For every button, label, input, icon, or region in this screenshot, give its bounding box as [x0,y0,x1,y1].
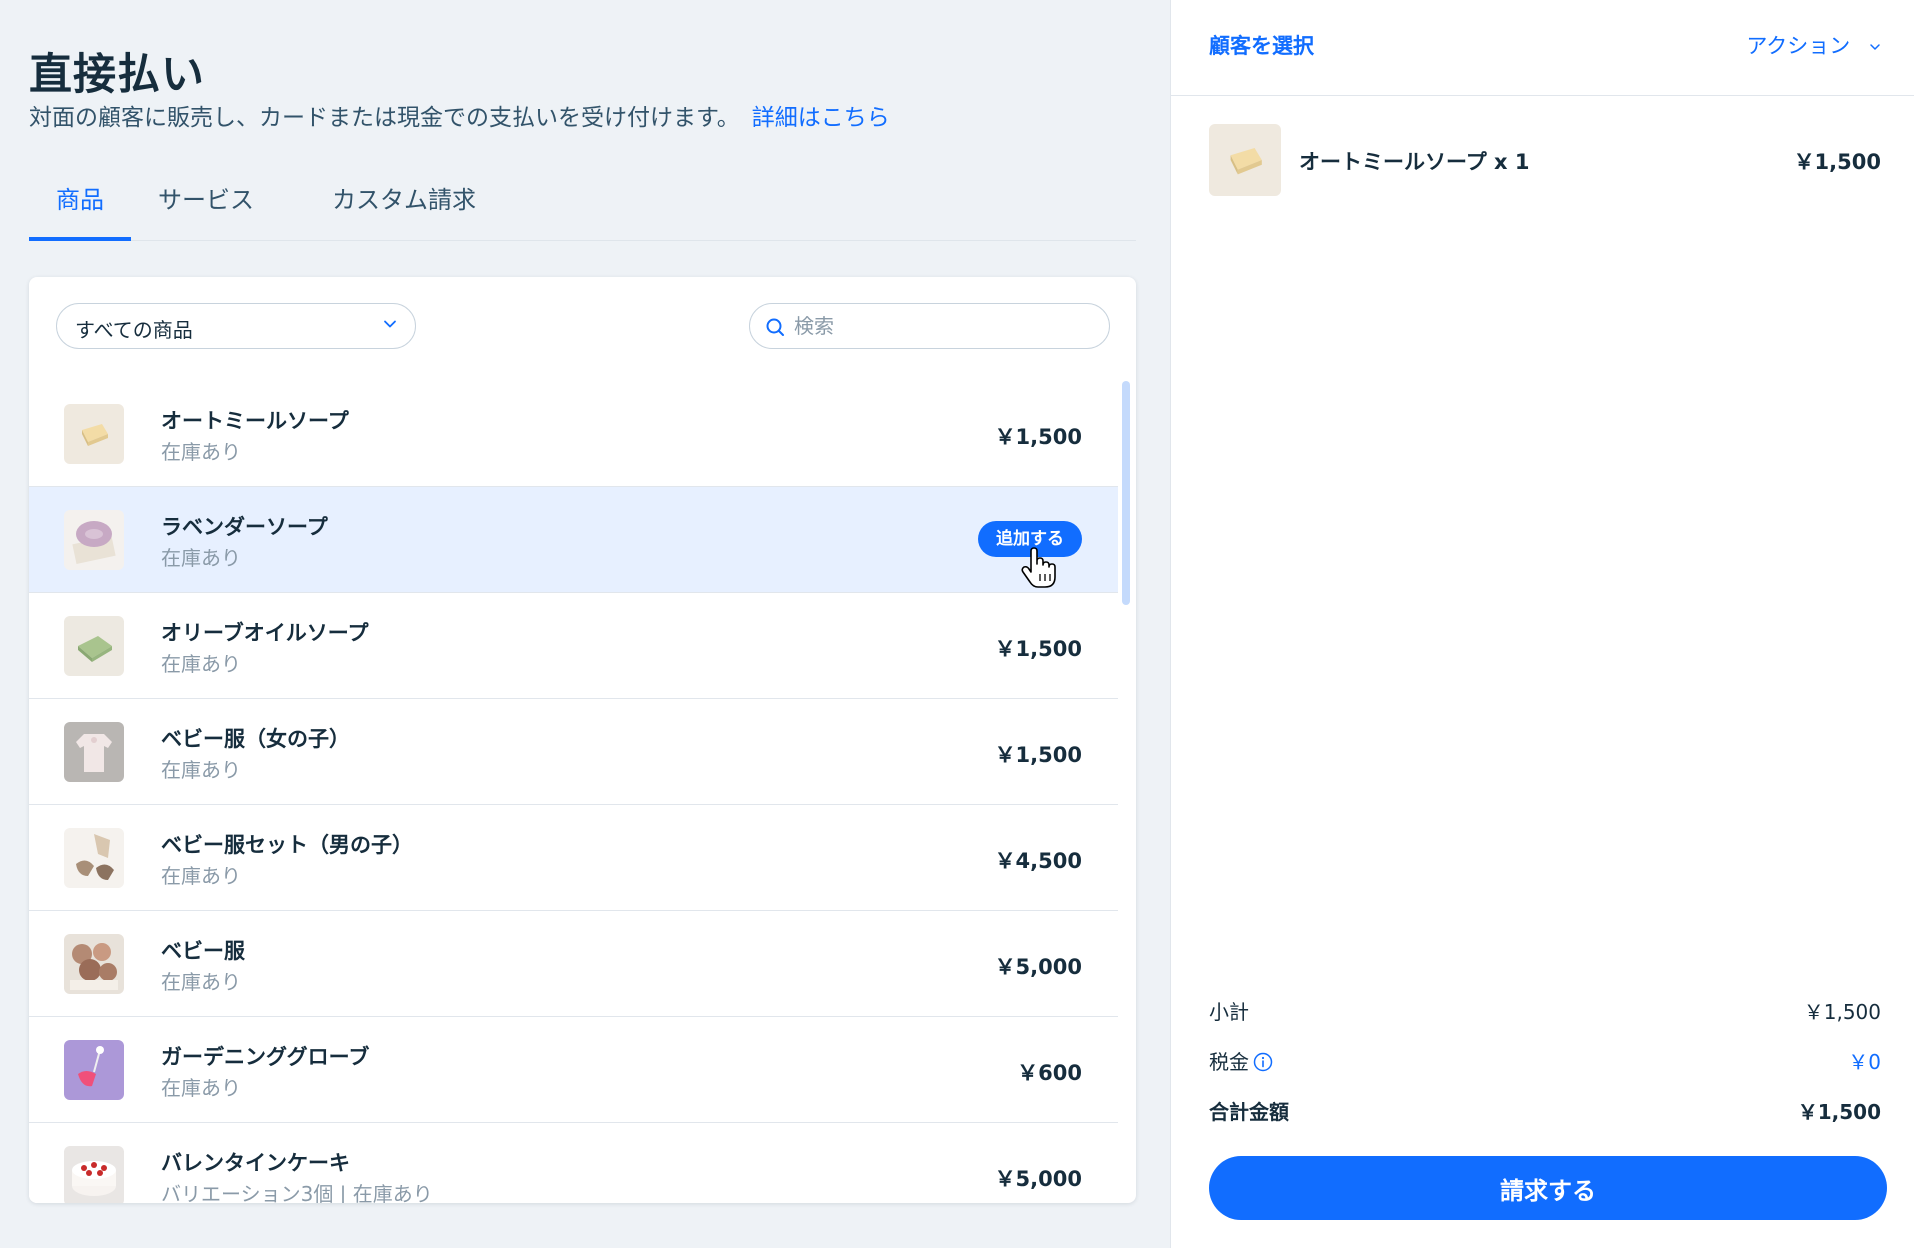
tax-value[interactable]: ￥0 [1848,1046,1881,1075]
product-price: ￥4,500 [994,849,1082,873]
total-label: 合計金額 [1209,1100,1289,1124]
tab-custom-charge[interactable]: カスタム請求 [305,180,503,241]
product-row[interactable]: ベビー服（女の子） 在庫あり ￥1,500 [29,699,1118,805]
subtotal-value: ￥1,500 [1803,1000,1881,1024]
tab-bar: 商品 サービス カスタム請求 [29,170,1136,241]
tax-row: 税金 ￥0 [1209,1040,1881,1090]
product-stock: バリエーション3個 | 在庫あり [161,1182,433,1203]
product-name: ラベンダーソープ [161,515,328,539]
learn-more-link[interactable]: 詳細はこちら [752,105,890,131]
tab-products[interactable]: 商品 [29,180,131,241]
product-stock: 在庫あり [161,864,241,888]
chevron-down-icon [384,320,396,328]
actions-label: アクション [1746,34,1851,58]
product-name: ベビー服 [161,939,245,963]
product-row[interactable]: オリーブオイルソープ 在庫あり ￥1,500 [29,593,1118,699]
product-price: ￥1,500 [994,743,1082,767]
product-search[interactable] [749,303,1110,349]
tax-label: 税金 [1209,1050,1249,1074]
cart-item-thumbnail [1209,124,1281,196]
cart-item-name: オートミールソープ x 1 [1299,150,1530,174]
info-icon[interactable] [1253,1052,1273,1072]
product-row[interactable]: ラベンダーソープ 在庫あり 追加する [29,487,1118,593]
cart-item-price: ￥1,500 [1793,150,1881,174]
product-thumbnail [64,1146,124,1203]
actions-menu-button[interactable]: アクション [1746,30,1881,60]
product-name: ガーデニンググローブ [161,1045,370,1069]
product-stock: 在庫あり [161,440,241,464]
product-row[interactable]: ベビー服セット（男の子） 在庫あり ￥4,500 [29,805,1118,911]
product-name: ベビー服（女の子） [161,727,350,751]
product-name: オートミールソープ [161,409,349,433]
product-thumbnail [64,510,124,570]
page-subtitle: 対面の顧客に販売し、カードまたは現金での支払いを受け付けます。 詳細はこちら [29,98,890,132]
select-customer-link[interactable]: 顧客を選択 [1209,30,1314,60]
product-thumbnail [64,722,124,782]
product-stock: 在庫あり [161,652,241,676]
product-stock: 在庫あり [161,970,241,994]
product-price: ￥5,000 [994,1167,1082,1191]
product-name: ベビー服セット（男の子） [161,833,413,857]
product-thumbnail [64,404,124,464]
search-icon [766,318,784,336]
product-list: オートミールソープ 在庫あり ￥1,500 ラベンダーソープ 在庫あり 追加する [29,381,1118,1203]
product-row[interactable]: ベビー服 在庫あり ￥5,000 [29,911,1118,1017]
product-price: ￥5,000 [994,955,1082,979]
product-thumbnail [64,1040,124,1100]
hand-cursor-icon [1021,547,1056,588]
product-thumbnail [64,828,124,888]
search-input[interactable] [794,310,1094,342]
product-row[interactable]: ガーデニンググローブ 在庫あり ￥600 [29,1017,1118,1123]
product-name: バレンタインケーキ [161,1151,350,1175]
product-list-card: すべての商品 オートミールソープ 在庫あり ￥1,500 [29,277,1136,1203]
list-scrollbar[interactable] [1122,381,1130,605]
page-title: 直接払い [29,50,205,100]
cart-header: 顧客を選択 アクション [1171,0,1914,96]
subtotal-label: 小計 [1209,1000,1249,1024]
product-price: ￥1,500 [994,637,1082,661]
product-thumbnail [64,934,124,994]
chevron-down-icon [1870,44,1880,50]
product-price: ￥1,500 [994,425,1082,449]
product-thumbnail [64,616,124,676]
product-price: ￥600 [1017,1061,1082,1085]
tax-label-group: 税金 [1209,1046,1273,1075]
subtotal-row: 小計 ￥1,500 [1209,990,1881,1040]
subtitle-text: 対面の顧客に販売し、カードまたは現金での支払いを受け付けます。 [29,105,740,131]
total-row: 合計金額 ￥1,500 [1209,1090,1881,1140]
product-row[interactable]: オートミールソープ 在庫あり ￥1,500 [29,381,1118,487]
product-name: オリーブオイルソープ [161,621,369,645]
filter-selected-value: すべての商品 [75,318,193,342]
product-row[interactable]: バレンタインケーキ バリエーション3個 | 在庫あり ￥5,000 [29,1123,1118,1203]
charge-button[interactable]: 請求する [1209,1156,1887,1220]
total-value: ￥1,500 [1797,1100,1881,1124]
tab-services[interactable]: サービス [131,180,281,241]
cart-line-item[interactable]: オートミールソープ x 1 ￥1,500 [1209,124,1881,196]
product-stock: 在庫あり [161,758,241,782]
cart-totals: 小計 ￥1,500 税金 ￥0 合計金額 ￥1,500 [1209,990,1881,1140]
product-stock: 在庫あり [161,1076,241,1100]
products-pane: 直接払い 対面の顧客に販売し、カードまたは現金での支払いを受け付けます。 詳細はこ… [0,0,1170,1248]
product-filter-select[interactable]: すべての商品 [56,303,416,349]
product-stock: 在庫あり [161,546,241,570]
cart-pane: 顧客を選択 アクション オートミールソープ x 1 ￥1,500 小計 ￥1,5… [1170,0,1914,1248]
